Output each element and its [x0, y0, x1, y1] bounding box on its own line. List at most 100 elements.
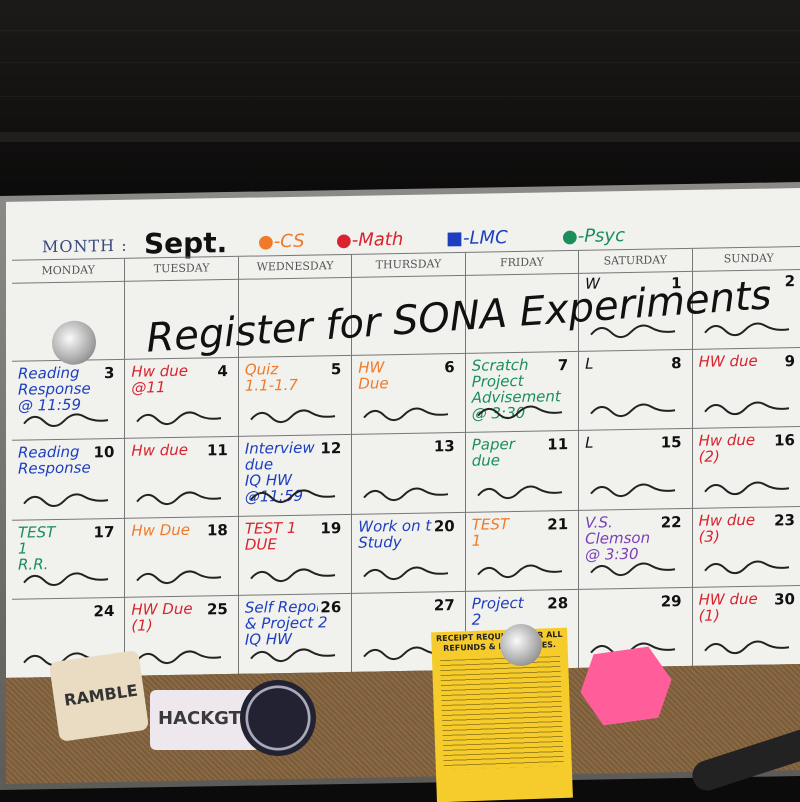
calendar-cell: Reading Response10	[12, 439, 125, 521]
day-number: 7	[556, 356, 570, 374]
squiggle-mark	[703, 396, 793, 418]
day-number: 19	[318, 519, 343, 537]
squiggle-mark	[476, 480, 566, 502]
cell-note: Reading Response	[18, 444, 91, 477]
cell-note: Hw due (3)	[699, 512, 756, 545]
squiggle-mark	[135, 406, 225, 428]
day-number: 26	[318, 598, 343, 616]
day-number: 4	[215, 362, 229, 380]
day-number: 15	[659, 433, 684, 451]
cell-note: L	[585, 435, 593, 451]
day-number: 8	[669, 354, 683, 372]
squiggle-mark	[589, 398, 679, 420]
day-number: 18	[205, 521, 230, 539]
squiggle-mark	[135, 486, 225, 508]
calendar-cell: Self Report & Project 2 IQ HW26	[239, 594, 352, 676]
calendar-cell: Work on the Study20	[352, 513, 465, 595]
calendar-cell: Interview due IQ HW @11:5912	[239, 435, 352, 517]
day-number: 2	[783, 272, 797, 290]
squiggle-mark	[362, 482, 452, 504]
calendar-cell: L8	[579, 350, 692, 432]
calendar-cell: HW Due (1) 25	[125, 596, 238, 678]
day-number: 10	[92, 443, 117, 461]
cell-note: V.S. Clemson @ 3:30	[585, 513, 650, 562]
squiggle-mark	[135, 565, 225, 587]
squiggle-mark	[249, 404, 339, 426]
day-number: 5	[329, 360, 343, 378]
cell-note: Hw Due	[131, 521, 190, 538]
day-number: 30	[772, 590, 797, 608]
wooden-shelf	[0, 0, 800, 200]
squiggle-mark	[249, 563, 339, 585]
round-badge-sticker	[240, 680, 316, 756]
cell-note: HW Due (1)	[131, 601, 192, 634]
cell-note: HW due (1)	[699, 591, 758, 624]
cell-note: HW Due	[358, 359, 388, 392]
calendar-cell: L 15	[579, 429, 692, 511]
whiteboard-calendar: MONTH : Sept. ●-CS ●-Math ■-LMC ●-Psyc M…	[6, 188, 800, 678]
calendar-cell: Scratch Project Advisement @ 3:307	[466, 351, 579, 433]
cell-note: TEST 1 R.R.	[18, 524, 55, 573]
day-number: 23	[772, 511, 797, 529]
legend-math: ●-Math	[336, 229, 403, 251]
squiggle-mark	[22, 408, 112, 430]
calendar-cell: Hw Due 18	[125, 517, 238, 599]
calendar-cell: HW due 9	[693, 348, 800, 430]
cell-note: Quiz 1.1-1.7	[245, 360, 298, 393]
calendar-cell: TEST 1 DUE19	[239, 515, 352, 597]
calendar-cell: Hw due @11 4	[125, 357, 238, 439]
day-number: 3	[102, 364, 116, 382]
day-number: 24	[92, 602, 117, 620]
squiggle-mark	[362, 402, 452, 424]
day-number: 9	[783, 352, 797, 370]
calendar-cell: Hw due (3) 23	[693, 507, 800, 589]
squiggle-mark	[589, 478, 679, 500]
day-number: 28	[545, 594, 570, 612]
calendar-cell: Quiz 1.1-1.7 5	[239, 355, 352, 437]
calendar-cell: Hw due 11	[125, 437, 238, 519]
calendar-cell: TEST 121	[466, 511, 579, 593]
ramble-sticker: RAMBLE	[49, 650, 149, 742]
day-number: 11	[205, 441, 230, 459]
day-number: 6	[442, 358, 456, 376]
day-number: 25	[205, 600, 230, 618]
cell-note: HW due	[699, 352, 758, 369]
squiggle-mark	[22, 488, 112, 510]
day-number: 17	[92, 523, 117, 541]
day-number: 11	[545, 435, 570, 453]
squiggle-mark	[249, 484, 339, 506]
cell-note: Hw due @11	[131, 362, 188, 395]
calendar-cell: 13	[352, 433, 465, 515]
day-number: 21	[545, 515, 570, 533]
squiggle-mark	[589, 558, 679, 580]
calendar-cell: TEST 1 R.R. 17	[12, 519, 125, 601]
calendar-cell: HW due (1) 30	[693, 586, 800, 668]
squiggle-mark	[476, 560, 566, 582]
cell-note: Reading Response @ 11:59	[18, 364, 91, 413]
calendar-cell: Reading Response @ 11:59 3	[12, 359, 125, 441]
day-number: 12	[318, 439, 343, 457]
day-number: 22	[659, 513, 684, 531]
squiggle-mark	[249, 643, 339, 665]
cell-note: L	[585, 355, 593, 371]
squiggle-mark	[476, 400, 566, 422]
day-number: 13	[432, 437, 457, 455]
calendar-cell: Hw due (2)16	[693, 427, 800, 509]
squiggle-mark	[22, 567, 112, 589]
calendar-cell: V.S. Clemson @ 3:30 22	[579, 509, 692, 591]
legend-psyc: ●-Psyc	[562, 225, 625, 247]
squiggle-mark	[703, 556, 793, 578]
day-number: 29	[659, 592, 684, 610]
calendar-cell: Paper due 11	[466, 431, 579, 513]
day-number: 20	[432, 517, 457, 535]
magnet-receipt	[500, 624, 542, 666]
cell-note: Project 2	[472, 595, 524, 628]
legend-cs: ●-CS	[258, 231, 305, 253]
day-number: 27	[432, 596, 457, 614]
legend-lmc: ■-LMC	[446, 227, 508, 249]
month-label: MONTH :	[42, 236, 128, 256]
squiggle-mark	[135, 645, 225, 667]
cell-note: Hw due	[131, 442, 188, 459]
calendar-cell: HW Due 6	[352, 353, 465, 435]
cell-note: Paper due	[472, 436, 515, 469]
